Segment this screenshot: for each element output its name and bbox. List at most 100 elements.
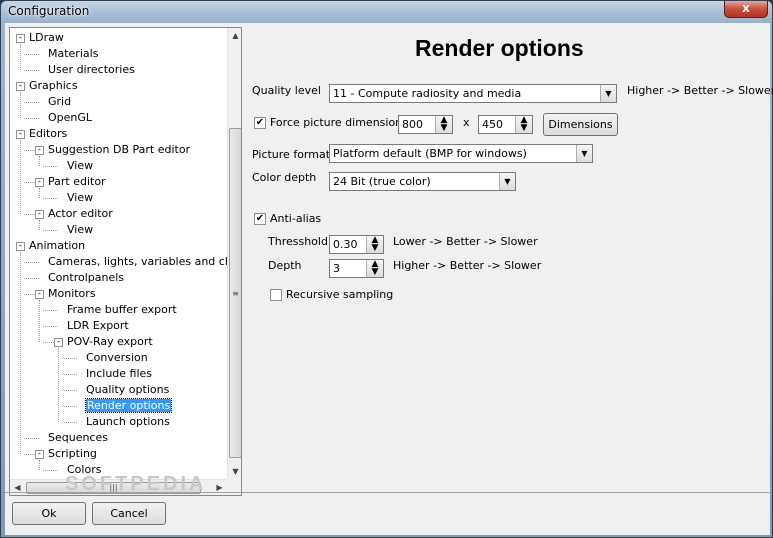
tree-connector: [43, 310, 58, 311]
force-dimensions-checkbox[interactable]: ✔: [254, 117, 266, 129]
picture-format-select[interactable]: Platform default (BMP for windows) ▼: [329, 144, 593, 163]
tree-item[interactable]: Include files: [86, 366, 152, 382]
tree-item-label: Suggestion DB Part editor: [48, 143, 191, 156]
tree-item-label: OpenGL: [48, 111, 93, 124]
tree-item[interactable]: Render options: [84, 398, 173, 414]
tree-connector: [24, 438, 39, 439]
tree-item[interactable]: Animation: [29, 238, 85, 254]
threshold-spinner[interactable]: 0.30 ▲ ▼: [329, 235, 384, 254]
color-depth-label: Color depth: [252, 171, 317, 184]
force-dimensions-label: Force picture dimensions: [270, 116, 408, 129]
spin-arrows-icon[interactable]: ▲ ▼: [366, 236, 383, 253]
tree-connector: [43, 230, 58, 231]
tree-item[interactable]: Suggestion DB Part editor: [48, 142, 190, 158]
tree-item[interactable]: User directories: [48, 62, 135, 78]
tree-item[interactable]: Launch options: [86, 414, 170, 430]
tree-item[interactable]: Conversion: [86, 350, 148, 366]
ok-button[interactable]: Ok: [12, 502, 86, 525]
tree-expander-icon[interactable]: -: [54, 338, 63, 347]
tree-expander-icon[interactable]: -: [35, 450, 44, 459]
tree-item[interactable]: Actor editor: [48, 206, 113, 222]
depth-spinner[interactable]: 3 ▲ ▼: [329, 259, 384, 278]
tree-connector: [43, 166, 58, 167]
title-bar[interactable]: Configuration x: [1, 1, 772, 23]
tree-item-label: Editors: [29, 127, 68, 140]
tree-item[interactable]: Frame buffer export: [67, 302, 177, 318]
recursive-sampling-checkbox[interactable]: [270, 289, 282, 301]
tree-expander-icon[interactable]: -: [35, 178, 44, 187]
scroll-down-icon[interactable]: ▼: [228, 464, 241, 479]
tree-item[interactable]: LDR Export: [67, 318, 129, 334]
tree-item-label: View: [67, 223, 94, 236]
tree-item-label: User directories: [48, 63, 135, 76]
tree-connector: [43, 470, 58, 471]
anti-alias-checkbox[interactable]: ✔: [254, 213, 266, 225]
tree-panel: - LDraw Materials User directories - Graphics…: [9, 27, 242, 496]
quality-hint: Higher -> Better -> Slower: [627, 84, 773, 97]
width-value: 800: [402, 118, 423, 131]
dimensions-button[interactable]: Dimensions: [543, 113, 618, 136]
quality-level-select[interactable]: 11 - Compute radiosity and media ▼: [329, 84, 617, 103]
chevron-down-icon[interactable]: ▼: [576, 145, 592, 162]
tree-item-label: Conversion: [86, 351, 148, 364]
tree-item-label: Frame buffer export: [67, 303, 177, 316]
tree-expander-icon[interactable]: -: [35, 146, 44, 155]
close-button[interactable]: x: [724, 1, 768, 18]
tree-item[interactable]: Materials: [48, 46, 98, 62]
tree-item[interactable]: Quality options: [86, 382, 169, 398]
tree-item[interactable]: View: [67, 222, 93, 238]
tree-expander-icon[interactable]: -: [35, 210, 44, 219]
tree-item-label: Scripting: [48, 447, 97, 460]
tree-connector: [24, 54, 39, 55]
tree-item-label: Sequences: [48, 431, 108, 444]
spin-arrows-icon[interactable]: ▲ ▼: [435, 116, 452, 133]
tree-connector: [58, 348, 59, 422]
tree-item[interactable]: POV-Ray export: [67, 334, 153, 350]
height-spinner[interactable]: 450 ▲ ▼: [478, 115, 533, 134]
threshold-label: Thresshold: [268, 235, 328, 248]
tree-expander-icon[interactable]: -: [16, 82, 25, 91]
tree-item[interactable]: Graphics: [29, 78, 78, 94]
times-label: x: [463, 116, 470, 129]
tree-expander-icon[interactable]: -: [35, 290, 44, 299]
width-spinner[interactable]: 800 ▲ ▼: [398, 115, 453, 134]
tree-item[interactable]: Cameras, lights, variables and chara: [48, 254, 227, 270]
tree-item[interactable]: Part editor: [48, 174, 106, 190]
tree-item[interactable]: Editors: [29, 126, 67, 142]
picture-format-label: Picture format: [252, 148, 331, 161]
spin-arrows-icon[interactable]: ▲ ▼: [366, 260, 383, 277]
tree-expander-icon[interactable]: -: [16, 242, 25, 251]
tree-item-label: Part editor: [48, 175, 106, 188]
tree-item[interactable]: OpenGL: [48, 110, 92, 126]
quality-level-label: Quality level: [252, 84, 321, 97]
color-depth-select[interactable]: 24 Bit (true color) ▼: [329, 172, 516, 191]
tree-item-label: View: [67, 159, 94, 172]
tree-connector: [39, 300, 40, 342]
configuration-window: Configuration x - LDraw Materials User dire…: [0, 0, 773, 538]
cancel-button[interactable]: Cancel: [92, 502, 166, 525]
tree-connector: [24, 262, 39, 263]
tree-item[interactable]: Sequences: [48, 430, 108, 446]
tree-vertical-scrollbar[interactable]: ▲ ≡ ▼: [227, 28, 241, 479]
tree-expander-icon[interactable]: -: [16, 34, 25, 43]
tree-item[interactable]: View: [67, 190, 93, 206]
tree-item[interactable]: Controlpanels: [48, 270, 124, 286]
tree-item-label: POV-Ray export: [67, 335, 153, 348]
vertical-scroll-thumb[interactable]: ≡: [229, 128, 241, 458]
threshold-value: 0.30: [333, 238, 358, 251]
tree-connector: [62, 406, 77, 407]
tree-item[interactable]: Grid: [48, 94, 71, 110]
tree-item[interactable]: View: [67, 158, 93, 174]
tree-item-label: Graphics: [29, 79, 78, 92]
tree-expander-icon[interactable]: -: [16, 130, 25, 139]
recursive-sampling-label: Recursive sampling: [286, 288, 394, 301]
tree-connector: [62, 374, 77, 375]
tree-item-label: View: [67, 191, 94, 204]
spin-arrows-icon[interactable]: ▲ ▼: [515, 116, 532, 133]
chevron-down-icon[interactable]: ▼: [499, 173, 515, 190]
tree-item[interactable]: Scripting: [48, 446, 97, 462]
scroll-up-icon[interactable]: ▲: [228, 28, 241, 43]
tree-item[interactable]: LDraw: [29, 30, 64, 46]
chevron-down-icon[interactable]: ▼: [600, 85, 616, 102]
tree-item[interactable]: Monitors: [48, 286, 96, 302]
